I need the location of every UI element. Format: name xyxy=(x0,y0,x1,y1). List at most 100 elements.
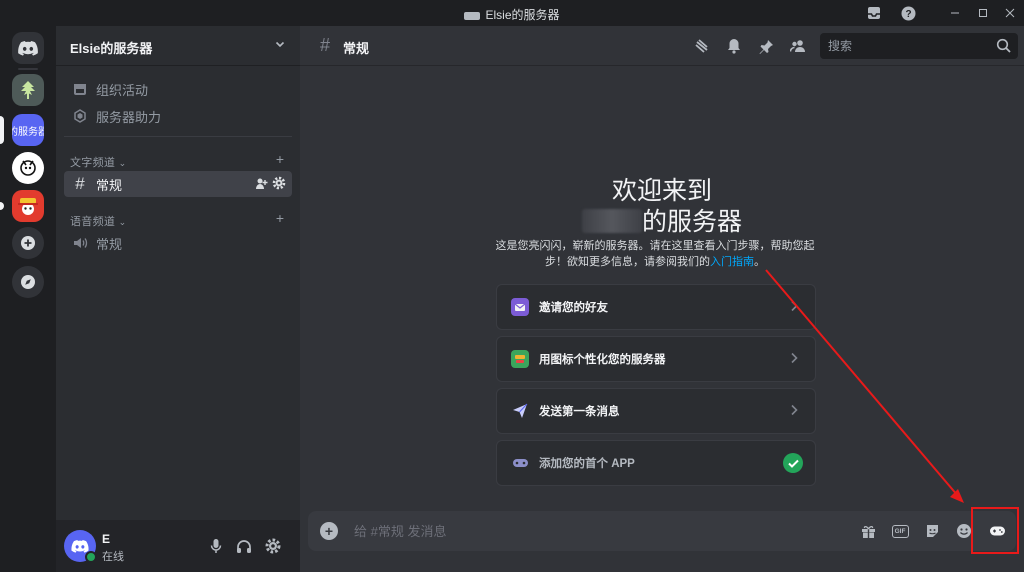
server-icon-1[interactable] xyxy=(12,74,44,106)
send-first-message-card[interactable]: 发送第一条消息 xyxy=(496,388,816,434)
boost-icon xyxy=(72,108,88,124)
user-settings-gear-icon[interactable] xyxy=(263,536,283,556)
server-header[interactable]: Elsie的服务器 xyxy=(56,26,300,66)
search-input[interactable] xyxy=(820,33,990,59)
threads-icon[interactable] xyxy=(692,36,712,56)
inbox-icon[interactable] xyxy=(865,4,883,22)
highlight-box xyxy=(971,507,1019,554)
sticker-icon[interactable] xyxy=(922,521,942,541)
server-mini-icon xyxy=(464,11,481,20)
home-button[interactable] xyxy=(12,32,44,64)
online-status-dot xyxy=(85,551,97,563)
window-title-text: Elsie的服务器 xyxy=(485,8,560,22)
member-list-icon[interactable] xyxy=(788,36,808,56)
category-voice-channels[interactable]: 语音频道 ⌄ xyxy=(70,213,126,229)
bell-icon[interactable] xyxy=(724,36,744,56)
discord-logo-icon xyxy=(71,539,89,553)
microphone-icon[interactable] xyxy=(206,536,226,556)
category-label: 文字频道 xyxy=(70,157,116,169)
chevron-down-icon: ⌄ xyxy=(118,217,127,227)
server-list-separator xyxy=(18,68,38,70)
chevron-down-icon: ⌄ xyxy=(118,158,127,168)
welcome-description: 这是您亮闪闪，崭新的服务器。请在这里查看入门步骤，帮助您起步！欲知更多信息，请参… xyxy=(495,238,815,270)
hash-icon: # xyxy=(320,35,331,55)
sidebar-item-label: 组织活动 xyxy=(96,82,149,98)
gift-icon[interactable] xyxy=(858,521,878,541)
gear-icon[interactable] xyxy=(272,176,286,193)
channel-title: 常规 xyxy=(343,41,370,56)
sidebar-item-events[interactable]: 组织活动 xyxy=(64,76,292,102)
sidebar-item-boost[interactable]: 服务器助力 xyxy=(64,103,292,129)
gif-button[interactable]: GIF xyxy=(890,521,910,541)
card-label: 添加您的首个 APP xyxy=(539,458,635,470)
tree-emblem-icon xyxy=(21,81,35,99)
welcome-server-name: 的服务器 xyxy=(300,202,1024,238)
sidebar-divider xyxy=(64,136,292,137)
server-icon-4[interactable] xyxy=(12,190,44,222)
channel-sidebar: Elsie的服务器 组织活动 服务器助力 文字频道 ⌄ + # 常规 语音频道 … xyxy=(56,26,300,572)
attach-plus-icon[interactable]: + xyxy=(320,522,338,540)
speaker-icon xyxy=(72,235,88,251)
minimize-icon[interactable] xyxy=(946,4,964,22)
pin-icon[interactable] xyxy=(756,36,776,56)
server-icon-selected[interactable]: 的服务器 xyxy=(12,114,44,146)
card-label: 发送第一条消息 xyxy=(539,406,620,418)
invite-friends-card[interactable]: 邀请您的好友 xyxy=(496,284,816,330)
headphones-icon[interactable] xyxy=(234,536,254,556)
redacted-name xyxy=(581,209,642,233)
chat-main: # 常规 欢迎来到 的服务器 这是您亮闪闪，崭新的服务器。请在这里查看入门步骤，… xyxy=(300,26,1024,572)
discover-button[interactable] xyxy=(12,266,44,298)
calendar-icon xyxy=(72,81,88,97)
selected-server-label: 的服务器 xyxy=(12,126,44,138)
app-controller-icon xyxy=(511,454,529,472)
message-input[interactable] xyxy=(354,511,804,551)
voice-channel-general[interactable]: 常规 xyxy=(64,230,292,256)
chevron-down-icon xyxy=(274,38,286,53)
add-server-button[interactable] xyxy=(12,227,44,259)
chevron-right-icon xyxy=(789,403,799,419)
welcome-description-end: 。 xyxy=(754,256,765,268)
unread-indicator xyxy=(0,202,4,210)
welcome-server-suffix: 的服务器 xyxy=(641,208,742,236)
card-label: 用图标个性化您的服务器 xyxy=(539,354,666,366)
server-icon-3[interactable] xyxy=(12,152,44,184)
user-panel: E 在线 xyxy=(56,520,300,572)
add-first-app-card[interactable]: 添加您的首个 APP xyxy=(496,440,816,486)
search-bar[interactable] xyxy=(820,33,1018,59)
channel-label: 常规 xyxy=(96,236,123,252)
welcome-description-text: 这是您亮闪闪，崭新的服务器。请在这里查看入门步骤，帮助您起步！欲知更多信息，请参… xyxy=(495,240,815,268)
compass-icon xyxy=(21,275,35,289)
category-label: 语音频道 xyxy=(70,216,116,228)
chevron-right-icon xyxy=(789,299,799,315)
sketch-face-icon xyxy=(20,160,36,176)
server-name: Elsie的服务器 xyxy=(70,41,153,56)
create-voice-channel-plus-icon[interactable]: + xyxy=(276,210,284,226)
gif-label: GIF xyxy=(891,524,909,538)
category-text-channels[interactable]: 文字频道 ⌄ xyxy=(70,154,126,170)
discord-logo-icon xyxy=(18,40,38,56)
maximize-icon[interactable] xyxy=(974,4,992,22)
invite-member-icon[interactable] xyxy=(255,177,268,193)
help-icon[interactable]: ? xyxy=(899,4,917,22)
send-icon xyxy=(511,402,529,420)
getting-started-guide-link[interactable]: 入门指南 xyxy=(710,256,754,268)
create-text-channel-plus-icon[interactable]: + xyxy=(276,151,284,167)
channel-header: # 常规 xyxy=(300,26,1024,66)
invite-icon xyxy=(511,298,529,316)
customize-server-card[interactable]: 用图标个性化您的服务器 xyxy=(496,336,816,382)
close-icon[interactable] xyxy=(1001,4,1019,22)
selected-server-indicator xyxy=(0,116,4,144)
search-icon xyxy=(996,38,1011,53)
plus-circle-icon xyxy=(21,236,35,250)
user-status: 在线 xyxy=(102,551,124,563)
sidebar-item-label: 服务器助力 xyxy=(96,109,162,125)
server-list: 的服务器 xyxy=(0,26,56,572)
channel-item-general[interactable]: # 常规 xyxy=(64,171,292,197)
customize-icon xyxy=(511,350,529,368)
card-label: 邀请您的好友 xyxy=(539,302,608,314)
channel-label: 常规 xyxy=(96,177,123,193)
checkmark-icon xyxy=(783,453,803,473)
hash-icon: # xyxy=(75,174,85,193)
username: E xyxy=(102,532,111,546)
message-composer: + GIF xyxy=(308,511,1016,551)
